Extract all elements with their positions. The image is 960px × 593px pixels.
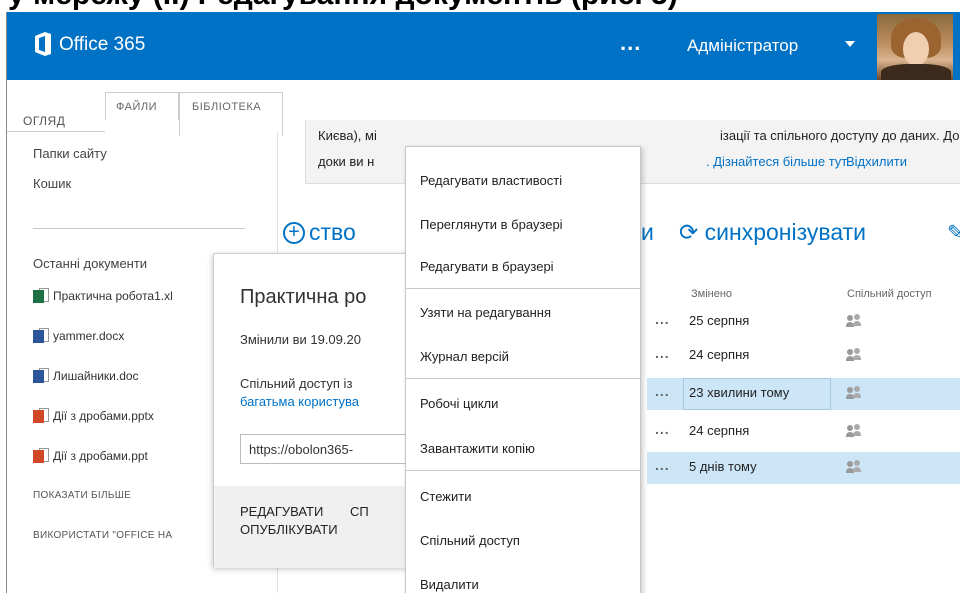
column-header-modified[interactable]: Змінено <box>691 288 732 300</box>
notice-text: доки ви н <box>318 154 375 169</box>
document-heading: у мережу (ІІ) Редагування документів (ри… <box>0 0 960 12</box>
table-row[interactable]: ... 23 хвилини тому <box>647 378 960 410</box>
tab-library[interactable]: БІБЛІОТЕКА <box>179 92 283 136</box>
ellipsis-menu-icon[interactable]: ... <box>655 345 670 361</box>
callout-shared-label: Спільний доступ із <box>240 376 353 391</box>
callout-url-field[interactable]: https://obolon365- <box>240 434 410 464</box>
menu-item-share[interactable]: Спільний доступ <box>420 533 520 548</box>
excel-file-icon <box>33 288 49 304</box>
use-office-online-link[interactable]: ВИКОРИСТАТИ "OFFICE НА <box>33 530 172 541</box>
menu-item-download-copy[interactable]: Завантажити копію <box>420 441 535 456</box>
notice-text: ізації та спільного доступу до даних. До… <box>720 128 960 143</box>
upload-button-partial[interactable]: и <box>641 219 654 246</box>
word-file-icon <box>33 368 49 384</box>
modified-cell: 23 хвилини тому <box>689 385 790 400</box>
menu-separator <box>406 288 640 289</box>
callout-actions: РЕДАГУВАТИ СП ОПУБЛІКУВАТИ <box>214 486 410 568</box>
callout-share-button[interactable]: СП <box>350 504 369 519</box>
user-menu-button[interactable]: Адміністратор <box>687 36 798 56</box>
callout-shared-link[interactable]: багатьма користува <box>240 394 359 409</box>
recent-doc-item[interactable]: Лишайники.doc <box>33 368 213 388</box>
menu-item-edit-in-browser[interactable]: Редагувати в браузері <box>420 259 554 274</box>
context-menu: Редагувати властивості Переглянути в бра… <box>405 146 641 593</box>
menu-separator <box>406 378 640 379</box>
recent-doc-item[interactable]: Дії з дробами.pptx <box>33 408 213 428</box>
column-header-shared[interactable]: Спільний доступ <box>847 288 932 300</box>
sync-button[interactable]: ⟳ синхронізувати <box>679 219 866 246</box>
menu-separator <box>406 470 640 471</box>
sync-icon: ⟳ <box>679 219 699 245</box>
recent-doc-item[interactable]: Дії з дробами.ppt <box>33 448 213 468</box>
menu-item-delete[interactable]: Видалити <box>420 577 479 592</box>
ellipsis-menu-icon[interactable]: ... <box>655 421 670 437</box>
avatar[interactable] <box>877 14 953 80</box>
office-365-brand[interactable]: Office 365 <box>59 34 145 56</box>
callout-publish-button[interactable]: ОПУБЛІКУВАТИ <box>240 522 338 537</box>
office-logo-icon[interactable] <box>33 32 53 56</box>
table-row[interactable]: ... 25 серпня <box>647 306 960 338</box>
menu-item-workflows[interactable]: Робочі цикли <box>420 396 498 411</box>
shared-people-icon[interactable] <box>846 386 863 400</box>
chevron-down-icon[interactable] <box>845 41 855 47</box>
ellipsis-menu-icon[interactable]: ... <box>655 457 670 473</box>
powerpoint-file-icon <box>33 448 49 464</box>
recent-doc-item[interactable]: yammer.docx <box>33 328 213 348</box>
ellipsis-menu-icon[interactable]: ... <box>655 383 670 399</box>
menu-item-version-history[interactable]: Журнал версій <box>420 349 509 364</box>
tab-files[interactable]: ФАЙЛИ <box>105 92 179 120</box>
recent-doc-item[interactable]: Практична робота1.xl <box>33 288 213 308</box>
powerpoint-file-icon <box>33 408 49 424</box>
nav-site-folders[interactable]: Папки сайту <box>33 146 107 161</box>
menu-item-follow[interactable]: Стежити <box>420 489 471 504</box>
nav-divider <box>33 228 245 229</box>
modified-cell: 24 серпня <box>689 423 750 438</box>
callout-changed-info: Змінили ви 19.09.20 <box>240 332 361 347</box>
plus-icon: + <box>283 222 305 244</box>
shared-people-icon[interactable] <box>846 460 863 474</box>
document-callout: Практична ро Змінили ви 19.09.20 Спільни… <box>213 253 410 568</box>
word-file-icon <box>33 328 49 344</box>
tab-overview[interactable]: ОГЛЯД <box>23 114 65 128</box>
ellipsis-menu-icon[interactable]: ... <box>655 311 670 327</box>
nav-recycle-bin[interactable]: Кошик <box>33 176 71 191</box>
notice-text: Києва), мі <box>318 128 377 143</box>
edit-icon[interactable]: ✎ <box>947 220 960 245</box>
modified-cell: 24 серпня <box>689 347 750 362</box>
shared-people-icon[interactable] <box>846 314 863 328</box>
suite-bar: Office 365 ... Адміністратор <box>7 12 960 80</box>
table-row[interactable]: ... 24 серпня <box>647 416 960 448</box>
shared-people-icon[interactable] <box>846 348 863 362</box>
modified-cell: 5 днів тому <box>689 459 757 474</box>
shared-people-icon[interactable] <box>846 424 863 438</box>
more-options-icon[interactable]: ... <box>620 30 641 56</box>
menu-item-check-out[interactable]: Узяти на редагування <box>420 305 551 320</box>
callout-title: Практична ро <box>240 286 367 308</box>
callout-edit-button[interactable]: РЕДАГУВАТИ <box>240 504 323 519</box>
dismiss-link[interactable]: Відхилити <box>846 154 907 169</box>
learn-more-link[interactable]: . Дізнайтеся більше тут. <box>706 154 849 169</box>
show-more-link[interactable]: ПОКАЗАТИ БІЛЬШЕ <box>33 490 131 501</box>
table-row[interactable]: ... 5 днів тому <box>647 452 960 484</box>
new-document-button[interactable]: + ство <box>283 219 356 246</box>
modified-cell: 25 серпня <box>689 313 750 328</box>
sharepoint-window: Office 365 ... Адміністратор ОГЛЯД ФАЙЛИ… <box>6 12 960 593</box>
table-row[interactable]: ... 24 серпня <box>647 340 960 372</box>
menu-item-view-in-browser[interactable]: Переглянути в браузері <box>420 217 563 232</box>
recent-documents-heading: Останні документи <box>33 256 148 271</box>
menu-item-edit-properties[interactable]: Редагувати властивості <box>420 173 562 188</box>
